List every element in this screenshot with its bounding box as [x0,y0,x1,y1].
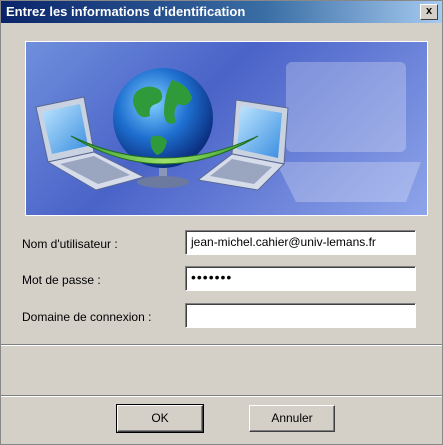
separator-top [1,344,442,346]
title-bar: Entrez les informations d'identification… [1,1,442,23]
ok-button[interactable]: OK [116,404,204,433]
username-field[interactable]: jean-michel.cahier@univ-lemans.fr [185,230,416,255]
username-label: Nom d'utilisateur : [22,237,118,251]
globe-laptops-illustration [35,62,421,202]
close-button[interactable]: x [420,4,438,20]
separator-bottom [1,395,442,397]
globe-icon [113,68,213,168]
credentials-dialog: Entrez les informations d'identification… [0,0,443,445]
close-icon: x [425,5,433,17]
password-field[interactable]: ••••••• [185,266,416,291]
password-label: Mot de passe : [22,273,101,287]
window-title: Entrez les informations d'identification [6,4,246,19]
network-banner-illustration [25,41,428,216]
domain-field[interactable] [185,303,416,328]
domain-label: Domaine de connexion : [22,310,152,324]
cancel-button[interactable]: Annuler [249,405,335,432]
